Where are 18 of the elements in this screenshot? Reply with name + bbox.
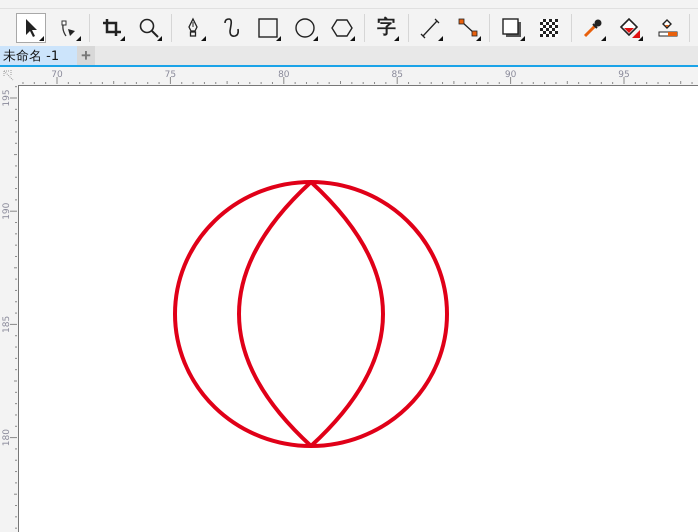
eyedropper-icon [582, 16, 604, 38]
paint-bucket-icon [619, 16, 642, 38]
dimension-line-icon [419, 16, 442, 38]
crop-icon [100, 16, 123, 38]
checkerboard-icon [538, 16, 560, 38]
zoom-icon [138, 16, 160, 38]
ellipse-icon [294, 16, 316, 38]
document-tab[interactable]: 未命名 -1 [0, 46, 77, 65]
pick-tool-button[interactable] [16, 12, 46, 42]
rectangle-icon [256, 16, 279, 38]
smart-fill-icon [656, 16, 679, 38]
text-tool-button[interactable]: 字 [371, 12, 402, 42]
vertical-ruler: 195 190 185 180 [0, 85, 18, 532]
shadow-icon [500, 16, 523, 38]
text-tool-icon: 字 [376, 16, 396, 38]
polygon-icon [331, 16, 354, 38]
connector-icon [456, 16, 479, 38]
horizontal-ruler: 70 75 80 85 90 95 [18, 67, 698, 85]
